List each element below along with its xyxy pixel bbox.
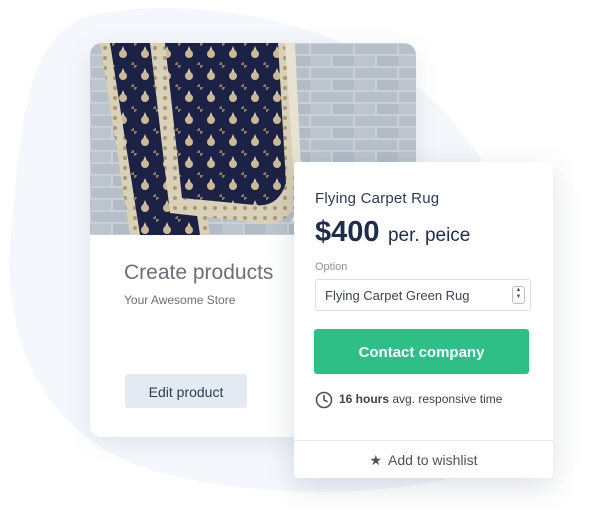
response-time: 16 hours avg. responsive time (315, 389, 502, 409)
product-price: $400 (315, 216, 380, 248)
wishlist-label: Add to wishlist (388, 452, 478, 468)
card-divider (294, 440, 553, 441)
option-label: Option (315, 261, 348, 273)
stepper-icon[interactable]: ▲ ▼ (512, 286, 525, 304)
create-products-title: Create products (124, 261, 274, 284)
product-name: Flying Carpet Rug (315, 190, 440, 207)
response-hours: 16 hours (339, 392, 390, 406)
clock-icon (315, 391, 333, 409)
option-select[interactable]: Flying Carpet Green Rug ▲ ▼ (315, 279, 531, 311)
option-selected-value: Flying Carpet Green Rug (325, 288, 470, 303)
product-detail-card: Flying Carpet Rug $400 per. peice Option… (294, 162, 553, 478)
add-to-wishlist-link[interactable]: ★ Add to wishlist (294, 450, 553, 470)
store-name: Your Awesome Store (124, 293, 236, 307)
price-row: $400 per. peice (315, 216, 470, 249)
contact-company-button[interactable]: Contact company (314, 329, 529, 374)
edit-product-button[interactable]: Edit product (125, 374, 247, 408)
price-unit: per. peice (387, 225, 471, 246)
star-icon: ★ (369, 452, 383, 468)
response-text: avg. responsive time (392, 392, 503, 406)
